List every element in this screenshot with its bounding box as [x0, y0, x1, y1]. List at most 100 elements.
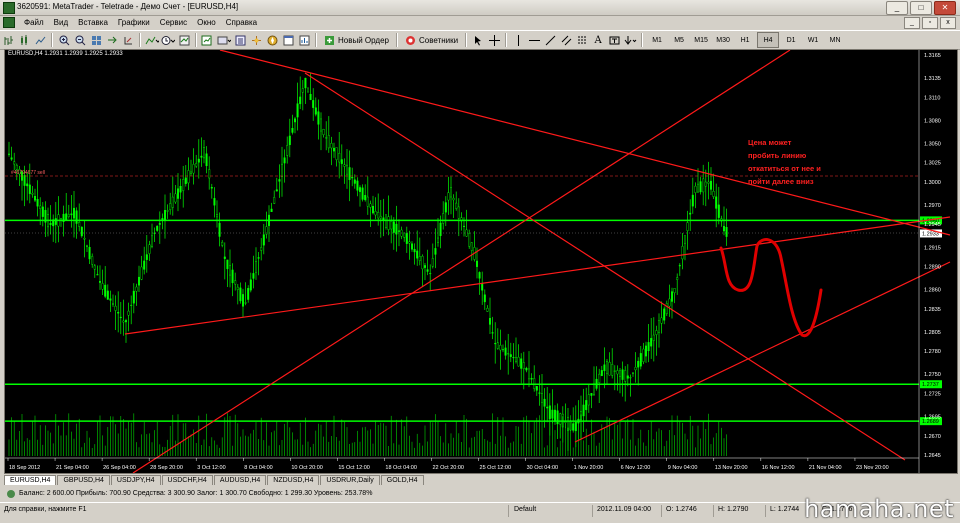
price-axis-label: 1.2945 — [924, 222, 941, 228]
main-toolbar: Новый Ордер Советники A M1 M5 M15 M30 H1… — [0, 30, 960, 50]
chart-close-button[interactable]: x — [940, 17, 956, 29]
new-chart-button[interactable] — [201, 33, 215, 47]
timeframe-m30[interactable]: M30 — [713, 33, 733, 47]
horizontal-line-price: 1.2737 — [922, 382, 939, 388]
menu-file[interactable]: Файл — [19, 16, 49, 29]
price-axis-label: 1.2915 — [924, 245, 941, 251]
menu-insert[interactable]: Вставка — [73, 16, 113, 29]
auto-scroll-button[interactable] — [105, 33, 119, 47]
chart-restore-button[interactable]: ▫ — [922, 17, 938, 29]
tab-usdjpy[interactable]: USDJPY,H4 — [110, 475, 161, 485]
fibonacci-tool-button[interactable] — [575, 33, 589, 47]
data-window-button[interactable] — [249, 33, 263, 47]
label-tool-button[interactable] — [607, 33, 621, 47]
time-axis-label: 10 Oct 20:00 — [291, 465, 323, 471]
bar-chart-icon — [4, 35, 13, 45]
minimize-button[interactable]: _ — [886, 1, 908, 15]
price-axis-label: 1.2780 — [924, 349, 941, 355]
trend-line[interactable] — [574, 261, 951, 443]
price-axis-label: 1.2970 — [924, 203, 941, 209]
new-order-button[interactable]: Новый Ордер — [321, 33, 392, 47]
price-axis-label: 1.2890 — [924, 265, 941, 271]
chart-annotation: Цена может пробить линию откатиться от н… — [748, 136, 858, 188]
navigator-button[interactable] — [265, 33, 279, 47]
menu-window[interactable]: Окно — [192, 16, 221, 29]
maximize-button[interactable]: □ — [910, 1, 932, 15]
periods-button[interactable] — [161, 33, 175, 47]
clock-icon — [161, 35, 175, 45]
channel-icon — [561, 35, 571, 45]
tab-usdrur[interactable]: USDRUR,Daily — [320, 475, 380, 485]
price-axis-label: 1.3080 — [924, 118, 941, 124]
timeframe-h4[interactable]: H4 — [757, 32, 780, 48]
timeframe-h1[interactable]: H1 — [735, 33, 755, 47]
market-watch-button[interactable] — [233, 33, 247, 47]
terminal-icon — [283, 35, 293, 45]
trend-line[interactable] — [124, 216, 951, 335]
indicators-button[interactable] — [145, 33, 159, 47]
tab-gold[interactable]: GOLD,H4 — [380, 475, 424, 485]
strategy-tester-button[interactable] — [297, 33, 311, 47]
chart-shift-button[interactable] — [121, 33, 135, 47]
timeframe-w1[interactable]: W1 — [803, 33, 823, 47]
arrows-tool-button[interactable] — [623, 33, 637, 47]
profiles-button[interactable] — [217, 33, 231, 47]
expert-advisors-button[interactable]: Советники — [402, 33, 461, 47]
chart-minimize-button[interactable]: _ — [904, 17, 920, 29]
tab-gbpusd[interactable]: GBPUSD,H4 — [57, 475, 110, 485]
timeframe-d1[interactable]: D1 — [781, 33, 801, 47]
timeframe-m5[interactable]: M5 — [669, 33, 689, 47]
templates-button[interactable] — [177, 33, 191, 47]
crosshair-tool-button[interactable] — [487, 33, 501, 47]
time-axis-label: 18 Oct 04:00 — [385, 465, 417, 471]
tile-windows-button[interactable] — [89, 33, 103, 47]
timeframe-m15[interactable]: M15 — [691, 33, 711, 47]
chart-symbol-info: EURUSD,H4 1.2931 1.2939 1.2925 1.2933 — [8, 51, 123, 57]
expert-advisors-label: Советники — [418, 35, 459, 45]
time-axis-label: 18 Sep 2012 — [9, 465, 40, 471]
menu-tools[interactable]: Сервис — [155, 16, 192, 29]
time-axis-label: 15 Oct 12:00 — [338, 465, 370, 471]
cursor-tool-button[interactable] — [471, 33, 485, 47]
watermark: hamaha.net — [804, 495, 954, 523]
annotation-line: Цена может — [748, 138, 792, 147]
tab-nzdusd[interactable]: NZDUSD,H4 — [267, 475, 320, 485]
line-chart-button[interactable] — [33, 33, 47, 47]
candle-chart-button[interactable] — [17, 33, 31, 47]
tab-audusd[interactable]: AUDUSD,H4 — [213, 475, 267, 485]
text-tool-button[interactable]: A — [591, 33, 605, 47]
new-order-icon — [325, 35, 334, 45]
close-button[interactable]: ✕ — [934, 1, 956, 15]
menu-view[interactable]: Вид — [49, 16, 73, 29]
trend-line[interactable] — [132, 50, 791, 473]
tab-usdchf[interactable]: USDCHF,H4 — [161, 475, 213, 485]
tab-eurusd[interactable]: EURUSD,H4 — [4, 475, 57, 485]
zoom-in-button[interactable] — [57, 33, 71, 47]
annotation-line: пробить линию — [748, 151, 807, 160]
zoom-out-button[interactable] — [73, 33, 87, 47]
status-high: H: 1.2790 — [718, 506, 749, 513]
bar-chart-button[interactable] — [1, 33, 15, 47]
fibonacci-icon — [577, 36, 587, 43]
menu-charts[interactable]: Графики — [113, 16, 155, 29]
terminal-button[interactable] — [281, 33, 295, 47]
indicators-icon — [145, 36, 159, 44]
navigator-icon — [267, 35, 277, 45]
timeframe-mn[interactable]: MN — [825, 33, 845, 47]
current-price-label: 1.2933 — [922, 231, 939, 237]
vertical-line-tool-button[interactable] — [511, 33, 525, 47]
cursor-icon — [474, 35, 481, 45]
equidistant-channel-tool-button[interactable] — [559, 33, 573, 47]
time-axis-label: 22 Oct 20:00 — [432, 465, 464, 471]
price-axis-label: 1.2670 — [924, 434, 941, 440]
price-axis-label: 1.2750 — [924, 372, 941, 378]
text-tool-icon: A — [594, 34, 602, 46]
horizontal-line-tool-button[interactable] — [527, 33, 541, 47]
trendline-tool-button[interactable] — [543, 33, 557, 47]
price-chart[interactable]: 1.2950 1.2737 1.2689 1.2933 1.3165 1.3135 1.3… — [4, 49, 958, 474]
status-profile: Default — [514, 506, 537, 513]
timeframe-m1[interactable]: M1 — [647, 33, 667, 47]
trendline-icon — [545, 35, 555, 45]
status-low: L: 1.2744 — [770, 506, 800, 513]
menu-help[interactable]: Справка — [221, 16, 262, 29]
